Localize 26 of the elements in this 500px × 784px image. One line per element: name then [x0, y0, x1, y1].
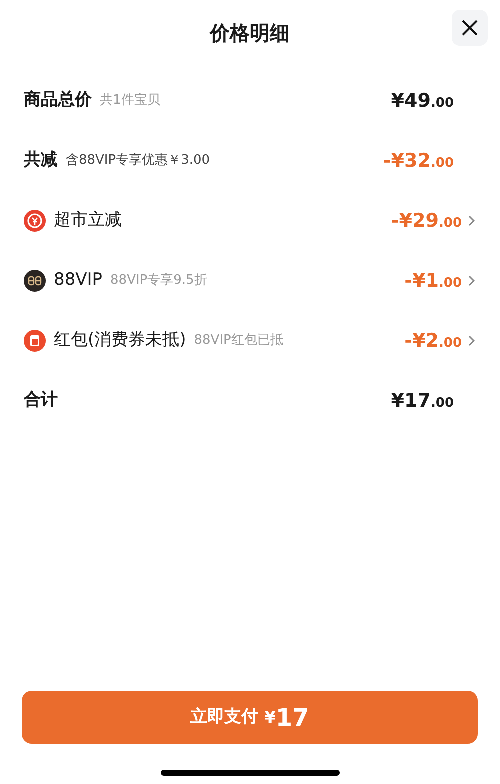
price: -¥2.00	[404, 328, 462, 354]
price: ¥17.00	[391, 388, 454, 414]
coupon-icon	[24, 210, 46, 232]
chevron-right-icon[interactable]	[468, 215, 476, 227]
row-note: 共1件宝贝	[100, 92, 160, 110]
close-icon	[461, 19, 479, 37]
row-note: 88VIP专享9.5折	[110, 272, 208, 290]
price: -¥29.00	[391, 208, 462, 234]
sheet-title: 价格明细	[210, 20, 290, 47]
pay-button[interactable]: 立即支付 ¥17	[22, 691, 478, 744]
row-note: 含88VIP专享优惠￥3.00	[66, 152, 210, 170]
chevron-right-icon[interactable]	[468, 275, 476, 287]
price: -¥1.00	[404, 268, 462, 294]
row-label: 商品总价	[24, 89, 92, 112]
row-label: 88VIP	[54, 269, 103, 292]
price: -¥32.00	[383, 148, 454, 174]
chevron-right-icon[interactable]	[468, 335, 476, 347]
row-label: 红包(消费券未抵)	[54, 329, 186, 352]
price: ¥49.00	[391, 88, 454, 114]
envelope-icon	[24, 330, 46, 352]
row-label: 共减	[24, 149, 58, 172]
badge-icon	[24, 270, 46, 292]
close-button[interactable]	[452, 10, 488, 46]
row-label: 超市立减	[54, 209, 122, 232]
row-label: 合计	[24, 389, 58, 412]
row-note: 88VIP红包已抵	[194, 332, 284, 350]
